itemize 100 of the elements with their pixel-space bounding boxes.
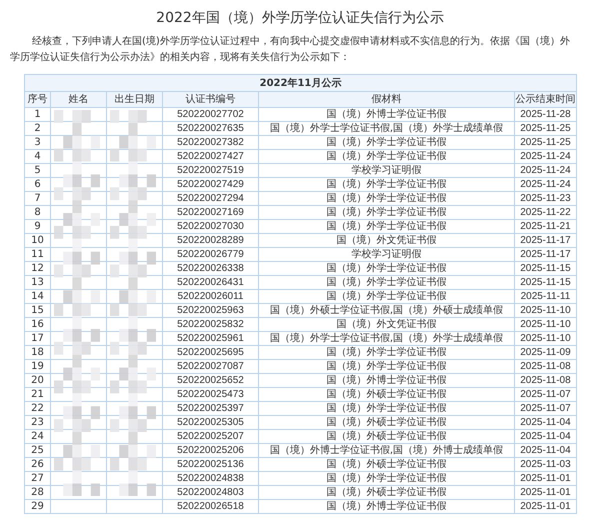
table-cell: 520220027087 xyxy=(177,361,244,372)
table-cell: 520220025136 xyxy=(177,459,244,470)
table-cell: 2025-11-04 xyxy=(520,431,571,442)
table-cell: 国（境）外博士学位证书假 xyxy=(326,109,446,120)
table-cell: 520220025397 xyxy=(177,403,244,414)
table-cell: 520220026779 xyxy=(177,249,244,260)
table-cell: 国（境）外学士学位证书假 xyxy=(326,137,446,148)
table-cell: 19 xyxy=(31,361,44,372)
intro-paragraph: 经核查，下列申请人在国(境)外学历学位认证过程中，有向我中心提交虚假申请材料或不实信息的行为。依据《国（境）外学历学位认证失信行为公示办法》的相关内容，现将有关失信行为公示如下： xyxy=(10,34,571,65)
table-cell: 28 xyxy=(31,487,44,498)
table-cell: 国（境）外学士学位证书假 xyxy=(326,263,446,274)
table-cell: 2025-11-03 xyxy=(520,459,571,470)
column-header: 认证书编号 xyxy=(186,94,236,105)
table-cell: 520220025652 xyxy=(177,375,244,386)
table-cell: 29 xyxy=(31,501,44,512)
table-cell: 国（境）外学士学位证书假 xyxy=(326,193,446,204)
table-cell: 520220027519 xyxy=(177,165,244,176)
table-cell: 8 xyxy=(34,207,41,218)
table-cell: 520220026338 xyxy=(177,263,244,274)
table-cell: 520220026518 xyxy=(177,501,244,512)
table-cell: 18 xyxy=(31,347,44,358)
table-cell: 4 xyxy=(34,151,41,162)
table-cell: 2025-11-24 xyxy=(520,151,571,162)
table-cell: 14 xyxy=(31,291,44,302)
table-cell: 2025-11-10 xyxy=(520,319,571,330)
table-cell: 2025-11-10 xyxy=(520,305,571,316)
table-cell: 520220027030 xyxy=(177,221,244,232)
table-cell: 520220024803 xyxy=(177,487,244,498)
table-cell: 2025-11-01 xyxy=(520,487,571,498)
table-cell: 国（境）外硕士学位证书假,国（境）外硕士成绩单假 xyxy=(270,305,504,316)
table-cell: 2025-11-24 xyxy=(520,179,571,190)
table-cell: 2025-11-09 xyxy=(520,347,571,358)
table-cell: 国（境）外学士学位证书假 xyxy=(326,403,446,414)
table-cell: 5 xyxy=(34,165,41,176)
table-cell: 2025-11-04 xyxy=(520,417,571,428)
table-cell: 2025-11-08 xyxy=(520,361,571,372)
table-cell: 520220026011 xyxy=(178,291,244,302)
table-cell: 2025-11-15 xyxy=(520,277,571,288)
table-cell: 2025-11-24 xyxy=(520,165,571,176)
table-cell: 国（境）外学士学位证书假 xyxy=(326,207,446,218)
table-cell: 15 xyxy=(31,305,44,316)
table-cell: 520220024838 xyxy=(177,473,244,484)
table-cell: 2025-11-17 xyxy=(520,249,571,260)
column-header: 序号 xyxy=(28,94,48,105)
table-cell: 3 xyxy=(34,137,41,148)
table-cell: 国（境）外学士学位证书假 xyxy=(326,179,446,190)
table-cell: 20 xyxy=(31,375,44,386)
table-cell: 2025-11-22 xyxy=(520,207,571,218)
table-cell: 13 xyxy=(31,277,44,288)
table-cell: 17 xyxy=(31,333,44,344)
table-cell: 2025-11-25 xyxy=(520,137,571,148)
table-cell: 2025-11-17 xyxy=(520,235,571,246)
table-cell: 国（境）外学士学位证书假 xyxy=(326,277,446,288)
table-cell: 2025-11-01 xyxy=(520,501,571,512)
table-cell: 国（境）外硕士学位证书假 xyxy=(326,431,446,442)
table-cell: 国（境）外学士学位证书假,国（境）外学士成绩单假 xyxy=(270,333,504,344)
table-cell: 520220027294 xyxy=(177,193,244,204)
column-header: 假材料 xyxy=(371,94,402,105)
table-cell: 2025-11-21 xyxy=(520,221,571,232)
table-cell: 9 xyxy=(34,221,41,232)
table-cell: 12 xyxy=(31,263,44,274)
table-cell: 学校学习证明假 xyxy=(351,249,422,260)
table-cell: 25 xyxy=(31,445,44,456)
table-cell: 2025-11-04 xyxy=(520,445,571,456)
column-header: 公示结束时间 xyxy=(515,94,576,105)
table-cell: 16 xyxy=(31,319,44,330)
table-cell: 国（境）外硕士学位证书假 xyxy=(326,417,446,428)
table-cell: 国（境）外博士学位证书假 xyxy=(326,375,446,386)
table-cell: 520220025832 xyxy=(177,319,244,330)
table-cell: 27 xyxy=(31,473,44,484)
table-cell: 2025-11-15 xyxy=(520,263,571,274)
page-title: 2022年国（境）外学历学位认证失信行为公示 xyxy=(155,9,445,28)
table-cell: 520220027169 xyxy=(177,207,244,218)
table-cell: 2 xyxy=(34,123,41,134)
table-cell: 2025-11-11 xyxy=(520,291,570,302)
table-cell: 24 xyxy=(31,431,44,442)
table-cell: 520220027382 xyxy=(177,137,244,148)
table-cell: 22 xyxy=(31,403,44,414)
table-cell: 1 xyxy=(34,109,41,120)
table-cell: 520220028289 xyxy=(177,235,244,246)
table-cell: 520220025207 xyxy=(177,431,244,442)
table-cell: 520220027427 xyxy=(177,151,244,162)
table-cell: 国（境）外文凭证书假 xyxy=(336,319,436,330)
table-cell: 6 xyxy=(34,179,41,190)
table-cell: 21 xyxy=(31,389,44,400)
table-cell: 2025-11-01 xyxy=(520,473,571,484)
table-cell: 国（境）外博士学位证书假 xyxy=(326,501,446,512)
table-cell: 国（境）外博士学位证书假,国（境）外博士成绩单假 xyxy=(270,445,504,456)
table-cell: 520220027635 xyxy=(177,123,244,134)
table-cell: 国（境）外硕士学位证书假 xyxy=(326,487,446,498)
table-cell: 520220025961 xyxy=(177,333,244,344)
table-cell: 2025-11-25 xyxy=(520,123,571,134)
table-cell: 2025-11-07 xyxy=(520,403,571,414)
table-cell: 2025-11-10 xyxy=(520,333,571,344)
column-header: 姓名 xyxy=(68,94,88,105)
table-cell: 520220027702 xyxy=(177,109,244,120)
table-cell: 国（境）外学士学位证书假 xyxy=(326,291,446,302)
table-cell: 国（境）外学士学位证书假 xyxy=(326,221,446,232)
table-cell: 520220027429 xyxy=(177,179,244,190)
table-cell: 7 xyxy=(34,193,41,204)
